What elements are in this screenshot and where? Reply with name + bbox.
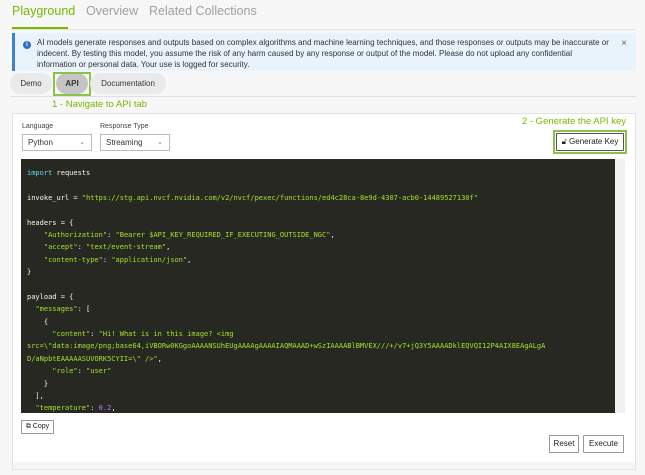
code-token: "https://stg.api.nvcf.nvidia.com/v2/nvcf… [81, 193, 478, 202]
code-token: { [27, 317, 49, 326]
tab-playground[interactable]: Playground [12, 4, 75, 18]
chevron-down-icon: ⌄ [157, 139, 163, 146]
code-token: "text/event-stream" [86, 243, 167, 252]
divider [10, 29, 636, 30]
code-token: } [27, 379, 49, 388]
step2-annotation: 2 - Generate the API key [521, 116, 626, 127]
code-line: payload = { [27, 291, 615, 303]
pill-documentation[interactable]: Documentation [90, 73, 166, 94]
code-line: invoke_url = "https://stg.api.nvcf.nvidi… [27, 192, 615, 204]
generate-key-label: Generate Key [569, 137, 619, 146]
code-token: "application/json" [111, 255, 188, 264]
code-token: D/aNpbtEAAAAASUVORK5CYII=\" />" [27, 354, 158, 363]
info-icon: i [23, 41, 31, 49]
code-token: "Bearer $API_KEY_REQUIRED_IF_EXECUTING_O… [115, 230, 331, 239]
code-token: "user" [86, 367, 112, 376]
code-line: "content-type": "application/json", [27, 254, 615, 266]
code-line: ], [27, 390, 615, 402]
code-token: , [187, 255, 192, 264]
code-token: "temperature" [35, 404, 91, 413]
panel-footer [13, 462, 635, 469]
code-token: : [77, 367, 87, 376]
code-line: "temperature": 0.2, [27, 402, 615, 413]
code-line: D/aNpbtEAAAAASUVORK5CYII=\" />", [27, 353, 615, 365]
code-token: : [77, 243, 87, 252]
response-type-select[interactable]: Streaming ⌄ [100, 134, 170, 151]
response-type-label: Response Type [100, 123, 149, 130]
code-line: "role": "user" [27, 365, 615, 377]
code-token: } [27, 268, 32, 277]
code-token: "Authorization" [43, 230, 108, 239]
divider [10, 96, 636, 97]
code-token: , [166, 243, 171, 252]
pill-demo[interactable]: Demo [10, 73, 52, 94]
code-token: "Hi! What is in this image? <img [98, 330, 234, 339]
code-token: : [90, 404, 99, 413]
copy-label: Copy [32, 423, 50, 430]
code-line: src=\"data:image/png;base64,iVBORw0KGgoA… [27, 340, 615, 352]
code-token: "messages" [35, 305, 78, 314]
language-select[interactable]: Python ⌄ [22, 134, 92, 151]
language-value: Python [28, 138, 53, 147]
code-token: 0.2 [98, 404, 112, 413]
code-token: import [27, 169, 53, 177]
code-token: requests [52, 169, 91, 177]
tab-related-collections[interactable]: Related Collections [149, 4, 257, 18]
code-token: , [157, 354, 162, 363]
tab-overview[interactable]: Overview [86, 4, 138, 18]
response-type-value: Streaming [106, 138, 143, 147]
copy-icon: ⧉ [25, 423, 31, 430]
code-token: : [90, 330, 99, 339]
code-line: "messages": [ [27, 303, 615, 315]
unlock-icon: 🔓︎ [561, 137, 567, 146]
code-line: { [27, 316, 615, 328]
code-line: "accept": "text/event-stream", [27, 241, 615, 253]
code-line: } [27, 378, 615, 390]
disclaimer-text: AI models generate responses and outputs… [37, 38, 609, 69]
code-token: "role" [52, 367, 78, 376]
step1-annotation: 1 - Navigate to API tab [52, 99, 148, 110]
chevron-down-icon: ⌄ [79, 139, 85, 146]
generate-key-button[interactable]: 🔓︎ Generate Key [556, 133, 624, 151]
code-token: , [330, 230, 335, 239]
code-token: , [111, 404, 116, 413]
code-token: payload = { [27, 292, 74, 301]
code-token: ], [27, 392, 44, 401]
code-token: "accept" [43, 243, 78, 252]
language-label: Language [22, 123, 54, 130]
code-token: "content-type" [43, 255, 103, 264]
code-scrollbar[interactable] [615, 159, 625, 413]
highlight-box [53, 72, 91, 96]
disclaimer-banner: i AI models generate responses and outpu… [12, 33, 636, 71]
code-token: : [ [77, 305, 91, 314]
code-token: src=\"data:image/png;base64,iVBORw0KGgoA… [27, 342, 546, 351]
code-token: "content" [52, 330, 91, 339]
execute-button[interactable]: Execute [583, 435, 624, 453]
code-line: import requests [27, 167, 615, 179]
code-block[interactable]: import requests invoke_url = "https://stg… [21, 159, 615, 413]
code-line: headers = { [27, 217, 615, 229]
code-line: "Authorization": "Bearer $API_KEY_REQUIR… [27, 229, 615, 241]
copy-button[interactable]: ⧉ Copy [21, 420, 54, 434]
close-icon[interactable]: × [621, 38, 627, 49]
reset-button[interactable]: Reset [549, 435, 579, 453]
code-token: invoke_url = [27, 193, 82, 202]
code-line: } [27, 266, 615, 278]
code-token: : [107, 230, 116, 239]
code-line: "content": "Hi! What is in this image? <… [27, 328, 615, 340]
code-token: headers = { [27, 218, 74, 227]
